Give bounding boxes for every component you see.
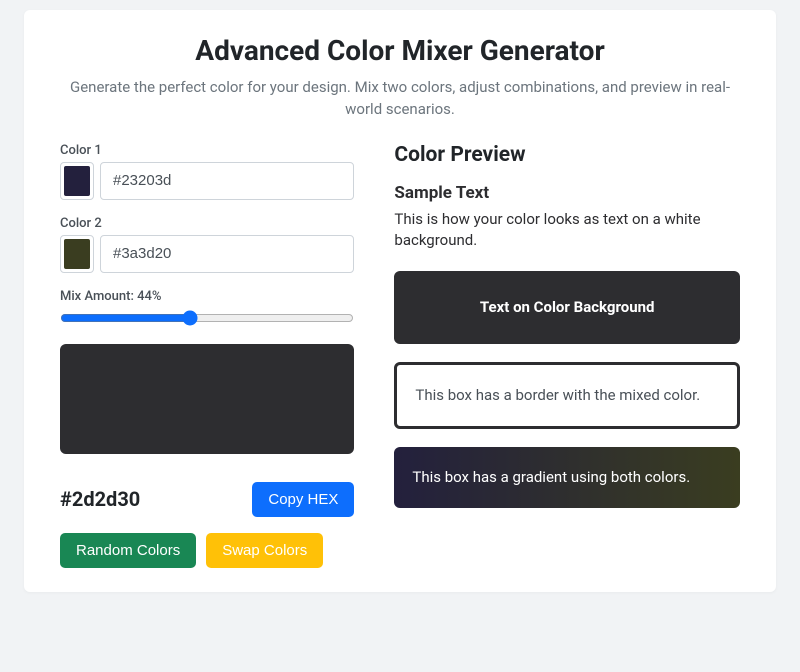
preview-column: Color Preview Sample Text This is how yo…: [394, 143, 740, 568]
gradient-block-text: This box has a gradient using both color…: [412, 468, 690, 486]
color1-swatch[interactable]: [60, 162, 94, 200]
text-on-color-block: Text on Color Background: [394, 271, 740, 344]
mix-amount-slider[interactable]: [60, 310, 354, 326]
result-hex: #2d2d30: [60, 487, 140, 511]
sample-heading: Sample Text: [394, 183, 740, 203]
preview-heading: Color Preview: [394, 143, 740, 167]
result-swatch: [60, 344, 354, 454]
hex-row: #2d2d30 Copy HEX: [60, 482, 354, 517]
border-block: This box has a border with the mixed col…: [394, 362, 740, 429]
color2-input[interactable]: [100, 235, 354, 273]
action-buttons: Random Colors Swap Colors: [60, 533, 354, 568]
color1-swatch-inner: [64, 166, 90, 196]
sample-text-group: Sample Text This is how your color looks…: [394, 183, 740, 251]
color1-label: Color 1: [60, 143, 354, 158]
text-on-color-label: Text on Color Background: [480, 298, 655, 316]
color2-swatch[interactable]: [60, 235, 94, 273]
swap-colors-button[interactable]: Swap Colors: [206, 533, 323, 568]
card: Advanced Color Mixer Generator Generate …: [24, 10, 776, 592]
border-block-text: This box has a border with the mixed col…: [415, 386, 700, 404]
color1-input[interactable]: [100, 162, 354, 200]
page-title: Advanced Color Mixer Generator: [60, 34, 740, 67]
color2-swatch-inner: [64, 239, 90, 269]
gradient-block: This box has a gradient using both color…: [394, 447, 740, 508]
color2-row: [60, 235, 354, 273]
controls-column: Color 1 Color 2 Mix Amount: 44% #2d2d30 …: [60, 143, 354, 568]
columns: Color 1 Color 2 Mix Amount: 44% #2d2d30 …: [60, 143, 740, 568]
mix-amount-label: Mix Amount: 44%: [60, 289, 354, 304]
random-colors-button[interactable]: Random Colors: [60, 533, 196, 568]
color2-label: Color 2: [60, 216, 354, 231]
page-subtitle: Generate the perfect color for your desi…: [60, 77, 740, 121]
copy-hex-button[interactable]: Copy HEX: [252, 482, 354, 517]
color1-row: [60, 162, 354, 200]
sample-paragraph: This is how your color looks as text on …: [394, 209, 740, 251]
